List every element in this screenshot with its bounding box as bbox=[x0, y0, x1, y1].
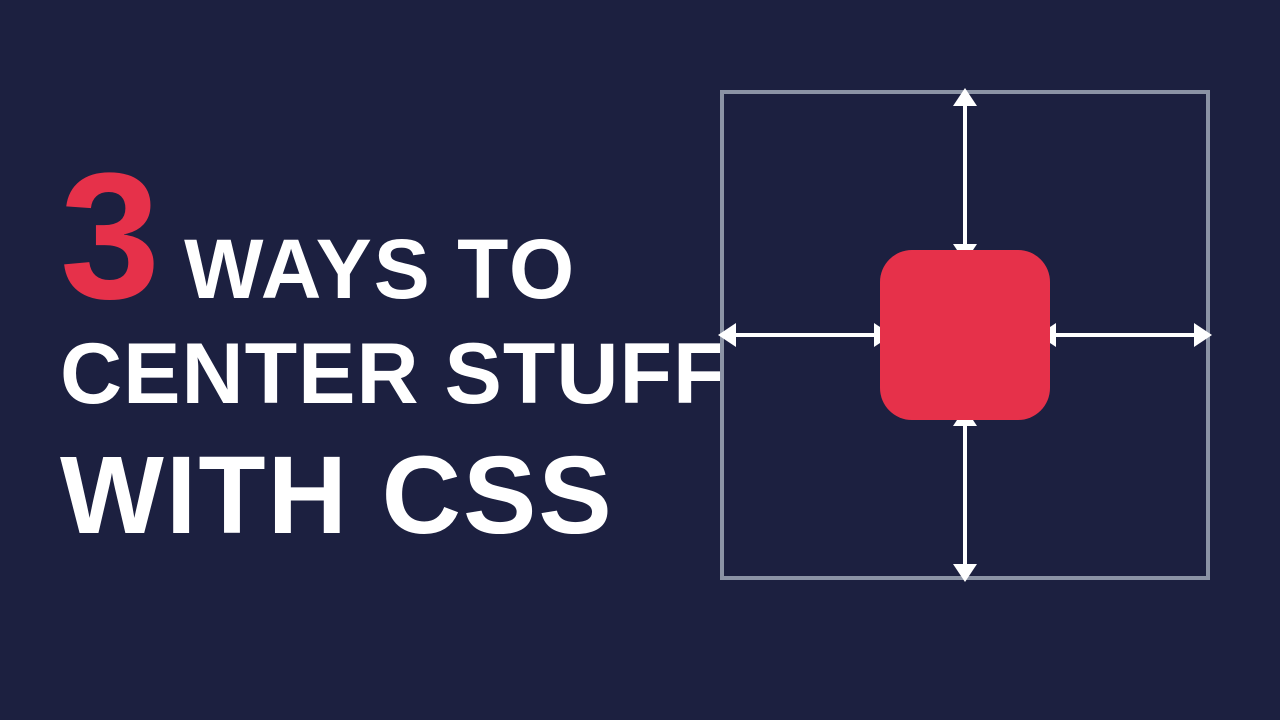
headline: 3 WAYS TO CENTER STUFF WITH CSS bbox=[60, 160, 727, 551]
headline-text-3: WITH CSS bbox=[60, 441, 727, 551]
centering-diagram bbox=[720, 90, 1210, 580]
arrow-right-icon bbox=[1052, 333, 1198, 337]
headline-line-1: 3 WAYS TO bbox=[60, 160, 727, 313]
arrow-top-icon bbox=[963, 102, 967, 248]
arrow-bottom-icon bbox=[963, 422, 967, 568]
headline-number: 3 bbox=[60, 160, 156, 313]
headline-text-1: WAYS TO bbox=[184, 227, 576, 311]
headline-text-2: CENTER STUFF bbox=[60, 331, 727, 417]
centered-box-icon bbox=[880, 250, 1050, 420]
arrow-left-icon bbox=[732, 333, 878, 337]
